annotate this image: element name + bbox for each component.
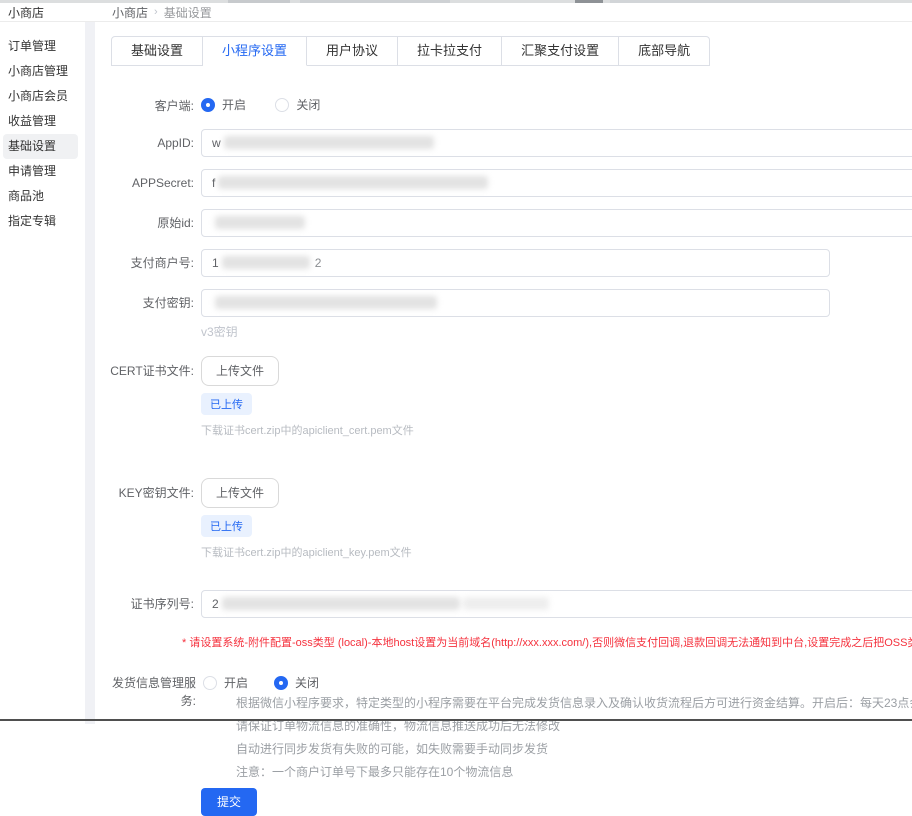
- key-upload-hint: 下载证书cert.zip中的apiclient_key.pem文件: [201, 544, 412, 560]
- radio-label: 关闭: [296, 96, 320, 113]
- note-line: 注意：一个商户订单号下最多只能存在10个物流信息: [236, 761, 912, 784]
- radio-unchecked-icon: [275, 98, 289, 112]
- cert-serial-field-label: 证书序列号:: [111, 595, 194, 612]
- tab-bar: 基础设置 小程序设置 用户协议 拉卡拉支付 汇聚支付设置 底部导航: [111, 36, 710, 66]
- radio-checked-icon: [201, 98, 215, 112]
- key-uploaded-badge: 已上传: [201, 515, 252, 537]
- sidebar-content-divider: [85, 22, 95, 724]
- sidebar-item-revenue-management[interactable]: 收益管理: [3, 109, 78, 134]
- tab-user-agreement[interactable]: 用户协议: [307, 36, 398, 66]
- shipping-notes: 根据微信小程序要求，特定类型的小程序需要在平台完成发货信息录入及确认收货流程后方…: [236, 692, 912, 784]
- cert-upload-hint: 下载证书cert.zip中的apiclient_cert.pem文件: [201, 422, 414, 438]
- sidebar-item-product-pool[interactable]: 商品池: [3, 184, 78, 209]
- shipping-radio-off[interactable]: 关闭: [274, 674, 319, 691]
- sidebar-item-designated-albums[interactable]: 指定专辑: [3, 209, 78, 234]
- client-radio-group: 开启 关闭: [201, 96, 346, 115]
- appid-field-label: AppID:: [111, 136, 194, 150]
- radio-label: 开启: [222, 96, 246, 113]
- shipping-radio-group: 开启 关闭: [203, 674, 345, 692]
- window-bottom-edge: [0, 719, 912, 721]
- breadcrumb-link[interactable]: 小商店: [112, 4, 148, 21]
- sidebar-item-order-management[interactable]: 订单管理: [3, 34, 78, 59]
- masked-value-blur: [222, 256, 310, 269]
- shipping-field-label: 发货信息管理服务:: [111, 674, 196, 710]
- tab-lakala-pay[interactable]: 拉卡拉支付: [398, 36, 502, 66]
- masked-value-prefix: 2: [212, 597, 219, 611]
- note-line: 自动进行同步发货有失败的可能，如失败需要手动同步发货: [236, 738, 912, 761]
- breadcrumb: 小商店 › 基础设置: [112, 4, 212, 21]
- tab-basic-settings[interactable]: 基础设置: [111, 36, 203, 66]
- appsecret-input[interactable]: f: [201, 169, 912, 197]
- appsecret-field-label: APPSecret:: [111, 176, 194, 190]
- radio-unchecked-icon: [203, 676, 217, 690]
- masked-value-blur: [215, 216, 305, 229]
- oss-warning-text: * 请设置系统-附件配置-oss类型 (local)-本地host设置为当前域名…: [182, 634, 912, 650]
- tab-footer-nav[interactable]: 底部导航: [619, 36, 710, 66]
- cert-uploaded-badge: 已上传: [201, 393, 252, 415]
- app-header: 小商店 小商店 › 基础设置: [0, 3, 912, 22]
- submit-button[interactable]: 提交: [201, 788, 257, 816]
- appid-input[interactable]: w: [201, 129, 912, 157]
- cert-file-field-label: CERT证书文件:: [111, 356, 194, 386]
- top-edge-artifact: [610, 0, 850, 3]
- sidebar-item-shop-management[interactable]: 小商店管理: [3, 59, 78, 84]
- sidebar-item-application-management[interactable]: 申请管理: [3, 159, 78, 184]
- masked-value-blur: [215, 296, 437, 309]
- breadcrumb-separator-icon: ›: [154, 6, 158, 18]
- radio-checked-icon: [274, 676, 288, 690]
- breadcrumb-current: 基础设置: [164, 4, 212, 21]
- top-edge-artifact: [300, 0, 450, 3]
- top-edge-artifact: [575, 0, 603, 3]
- masked-value-suffix: 2: [315, 256, 322, 270]
- note-line: 请保证订单物流信息的准确性，物流信息推送成功后无法修改: [236, 715, 912, 738]
- shipping-radio-on[interactable]: 开启: [203, 674, 248, 691]
- masked-value-blur: [463, 597, 549, 610]
- original-id-input[interactable]: [201, 209, 912, 237]
- cert-file-uploader: 上传文件 已上传 下载证书cert.zip中的apiclient_cert.pe…: [201, 356, 414, 438]
- settings-panel: 基础设置 小程序设置 用户协议 拉卡拉支付 汇聚支付设置 底部导航 客户端: 开…: [95, 22, 912, 724]
- masked-value-blur: [222, 597, 460, 610]
- pay-key-field-label: 支付密钥:: [111, 294, 194, 311]
- v3-key-hint: v3密钥: [201, 323, 912, 340]
- masked-value-prefix: f: [212, 176, 215, 190]
- key-file-uploader: 上传文件 已上传 下载证书cert.zip中的apiclient_key.pem…: [201, 478, 412, 560]
- pay-key-input[interactable]: [201, 289, 830, 317]
- cert-serial-input[interactable]: 2: [201, 590, 912, 618]
- cert-upload-button[interactable]: 上传文件: [201, 356, 279, 386]
- sidebar-item-shop-members[interactable]: 小商店会员: [3, 84, 78, 109]
- masked-value-blur: [218, 176, 488, 189]
- client-radio-on[interactable]: 开启: [201, 96, 246, 113]
- key-file-field-label: KEY密钥文件:: [111, 478, 194, 508]
- client-field-label: 客户端:: [111, 97, 194, 114]
- window-top-edge: [0, 0, 912, 3]
- sidebar: 订单管理 小商店管理 小商店会员 收益管理 基础设置 申请管理 商品池 指定专辑: [0, 22, 85, 724]
- sidebar-item-basic-settings[interactable]: 基础设置: [3, 134, 78, 159]
- tab-huiju-pay-settings[interactable]: 汇聚支付设置: [502, 36, 619, 66]
- radio-label: 关闭: [295, 674, 319, 691]
- merchant-no-field-label: 支付商户号:: [111, 254, 194, 271]
- key-upload-button[interactable]: 上传文件: [201, 478, 279, 508]
- note-line: 根据微信小程序要求，特定类型的小程序需要在平台完成发货信息录入及确认收货流程后方…: [236, 692, 912, 715]
- masked-value-prefix: 1: [212, 256, 219, 270]
- top-edge-artifact: [228, 0, 290, 3]
- radio-label: 开启: [224, 674, 248, 691]
- sidebar-title: 小商店: [8, 4, 95, 21]
- original-id-field-label: 原始id:: [111, 214, 194, 231]
- tab-miniprogram-settings[interactable]: 小程序设置: [203, 36, 307, 66]
- client-radio-off[interactable]: 关闭: [275, 96, 320, 113]
- masked-value-prefix: w: [212, 136, 221, 150]
- miniprogram-settings-form: 客户端: 开启 关闭 AppID: w: [111, 96, 912, 816]
- masked-value-blur: [224, 136, 434, 149]
- merchant-no-input[interactable]: 1 2: [201, 249, 830, 277]
